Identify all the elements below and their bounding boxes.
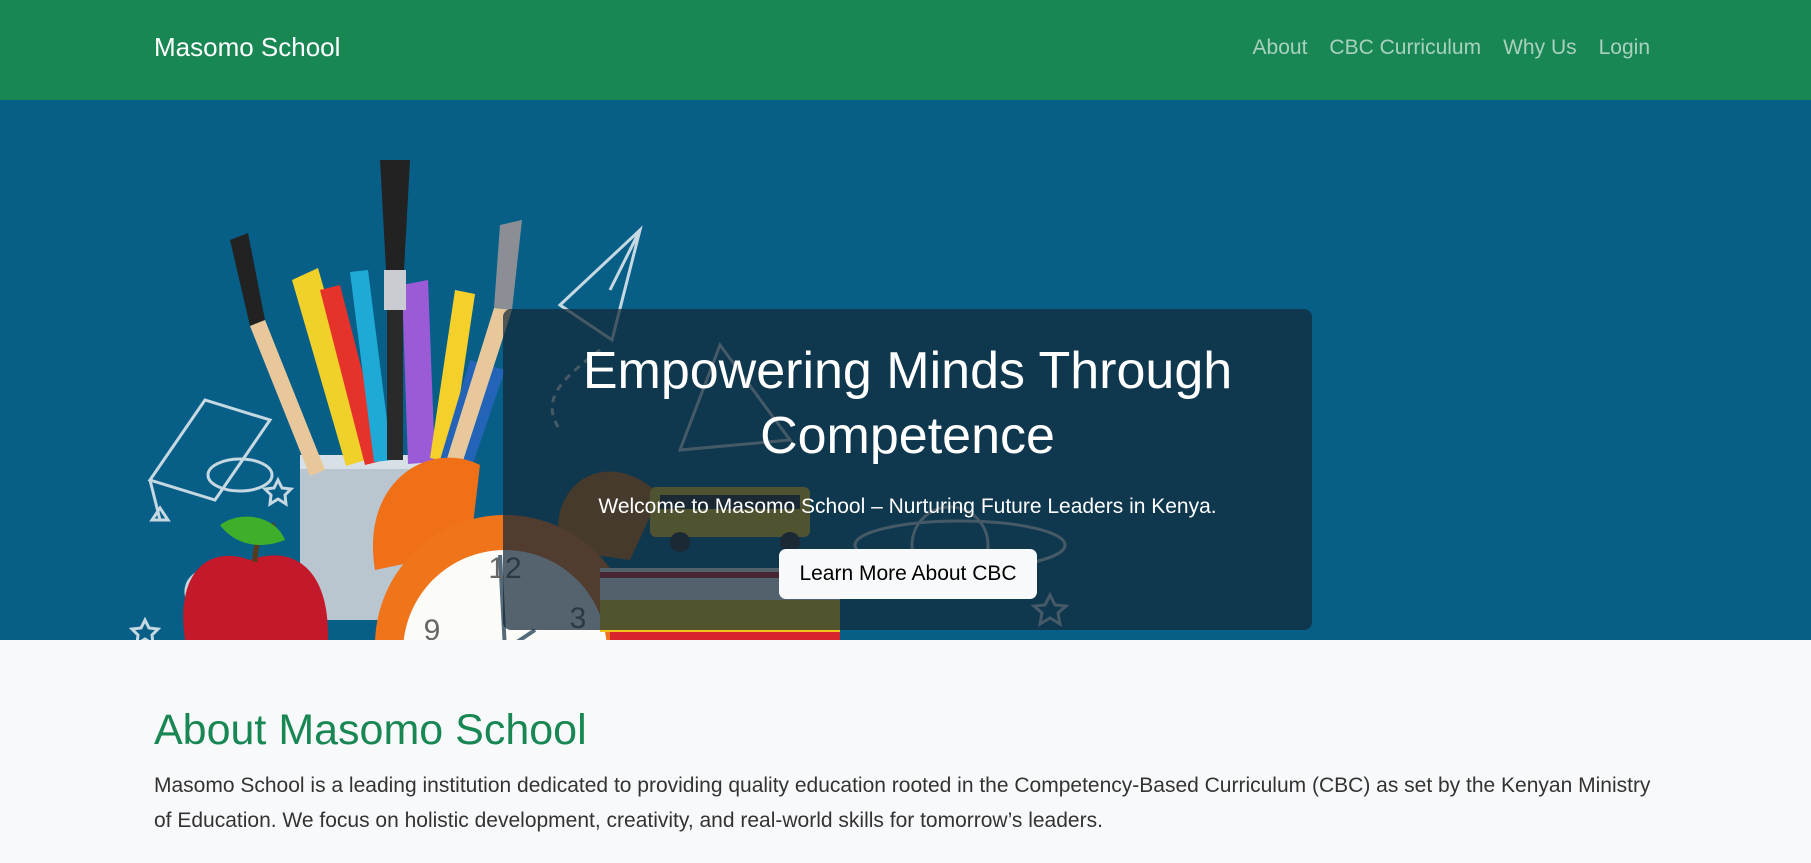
brand-link[interactable]: Masomo School bbox=[154, 32, 340, 63]
nav-link-about[interactable]: About bbox=[1253, 36, 1308, 60]
nav-link-cbc-curriculum[interactable]: CBC Curriculum bbox=[1329, 36, 1481, 60]
hero-section: 12 9 3 Empowering Minds Through Competen… bbox=[0, 100, 1811, 640]
graduation-cap-icon bbox=[147, 398, 274, 522]
hero-overlay-card: Empowering Minds Through Competence Welc… bbox=[503, 309, 1312, 630]
clock-number-9: 9 bbox=[424, 614, 441, 640]
nav-link-login[interactable]: Login bbox=[1599, 36, 1650, 60]
about-heading: About Masomo School bbox=[154, 706, 587, 754]
hero-title: Empowering Minds Through Competence bbox=[582, 342, 1233, 465]
top-navbar: Masomo School About CBC Curriculum Why U… bbox=[0, 0, 1811, 100]
hero-subtitle: Welcome to Masomo School – Nurturing Fut… bbox=[598, 495, 1217, 518]
learn-more-cbc-button[interactable]: Learn More About CBC bbox=[779, 549, 1037, 599]
about-text: Masomo School is a leading institution d… bbox=[154, 774, 1651, 832]
nav-links: About CBC Curriculum Why Us Login bbox=[1253, 36, 1650, 60]
nav-link-why-us[interactable]: Why Us bbox=[1503, 36, 1577, 60]
about-section: About Masomo School Masomo School is a l… bbox=[0, 640, 1811, 863]
